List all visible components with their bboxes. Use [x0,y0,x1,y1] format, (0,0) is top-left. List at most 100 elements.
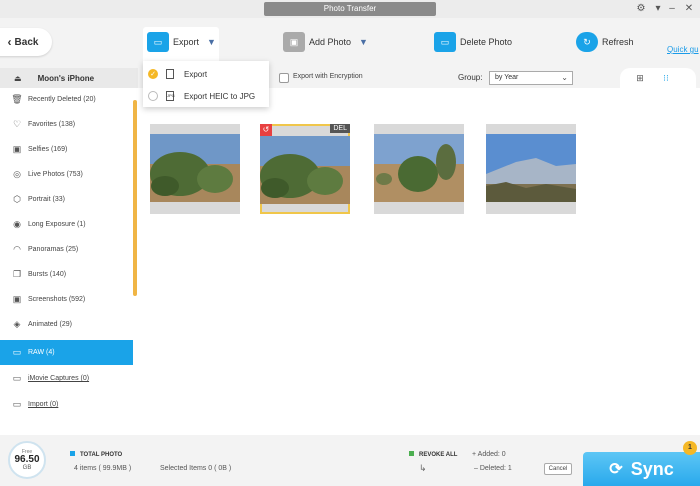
added-count: + Added: 0 [472,451,506,458]
bursts-icon: ❐ [12,269,22,279]
sidebar-item-label: Panoramas (25) [28,246,79,253]
export-button[interactable]: ▭ Export ▼ [147,32,216,52]
sidebar-item-long-exposure[interactable]: ◉ Long Exposure (1) [0,212,133,237]
export-label: Export [173,37,200,47]
sidebar-item-label: Favorites (138) [28,121,76,128]
large-grid-icon[interactable]: ⊞ [634,72,646,84]
cancel-button[interactable]: Cancel [544,463,572,475]
back-chevron-icon: ‹ [7,35,12,49]
photo-thumbnail[interactable] [374,124,464,214]
storage-value: 96.50 [14,454,40,465]
eject-icon[interactable]: ⏏ [14,74,22,83]
imovie-icon: ▭ [12,373,22,383]
sidebar-scrollbar[interactable] [133,100,137,296]
sidebar-item-raw[interactable]: ▭ RAW (4) [0,340,133,365]
sidebar-item-bursts[interactable]: ❐ Bursts (140) [0,262,133,287]
view-toggle: ⊞ ⁝⁝ [620,68,696,88]
revoke-icon[interactable]: ↺ [260,124,272,136]
storage-unit: GB [22,465,32,471]
photo-image [150,134,240,202]
deleted-label: Deleted: 1 [479,465,512,472]
export-menu-item-label: Export HEIC to JPG [184,91,256,101]
sidebar-item-live-photos[interactable]: ◎ Live Photos (753) [0,162,133,187]
animated-icon: ◈ [13,319,21,329]
encryption-label: Export with Encryption [293,73,363,80]
sidebar-item-portrait[interactable]: ⬡ Portrait (33) [0,187,133,212]
group-select-value: by Year [495,74,519,81]
chevron-down-icon: ⌄ [561,73,568,82]
import-icon: ▭ [12,399,22,409]
quick-guide-link[interactable]: Quick gu [667,45,699,54]
sidebar-item-panoramas[interactable]: ◠ Panoramas (25) [0,237,133,262]
sidebar-item-selfies[interactable]: ▣ Selfies (169) [0,137,133,162]
settings-icon[interactable]: ⚙ [634,2,648,16]
delete-badge: DEL [330,124,350,133]
sidebar-item-label: Portrait (33) [28,196,65,203]
add-photo-label: Add Photo [309,37,352,47]
photo-thumbnail[interactable] [150,124,240,214]
photo-image [486,134,576,202]
sidebar-item-animated[interactable]: ◈ Animated (29) [0,312,133,337]
sidebar: ⏏ Moon's iPhone 🗑 Recently Deleted (20) … [0,68,138,435]
add-photo-caret-icon[interactable]: ▼ [359,37,368,47]
delete-photo-button[interactable]: ▭ Delete Photo [434,32,512,52]
sidebar-item-label: Long Exposure (1) [28,221,86,228]
cube-icon: ⬡ [13,194,21,204]
photo-thumbnail[interactable] [486,124,576,214]
export-menu-item-label: Export [184,69,208,79]
back-button[interactable]: ‹ Back [0,28,52,56]
sidebar-item-recently-deleted[interactable]: 🗑 Recently Deleted (20) [0,87,133,112]
export-caret-icon[interactable]: ▼ [207,37,216,47]
sidebar-item-label: Import (0) [28,401,59,408]
export-menu-item-heic-to-jpg[interactable]: JPG Export HEIC to JPG [143,85,269,107]
sidebar-item-label: Screenshots (592) [28,296,86,303]
sidebar-item-imovie-captures[interactable]: ▭ iMovie Captures (0) [0,366,133,391]
sidebar-item-favorites[interactable]: ♡ Favorites (138) [0,112,133,137]
long-exposure-icon: ◉ [13,219,21,229]
total-photo-label: TOTAL PHOTO [80,452,123,458]
group-select[interactable]: by Year ⌄ [489,71,573,85]
toolbar: ‹ Back ▭ Export ▼ ▣ Add Photo ▼ ▭ Delete… [0,18,700,68]
close-icon[interactable]: ✕ [682,2,696,16]
sync-button[interactable]: ⟳ Sync [583,452,700,486]
sync-label: Sync [630,458,674,479]
sidebar-item-screenshots[interactable]: ▣ Screenshots (592) [0,287,133,312]
export-menu: ✓ Export JPG Export HEIC to JPG [143,61,269,107]
trash-icon: 🗑 [11,94,23,104]
photo-image [260,136,350,204]
encryption-checkbox[interactable] [279,73,289,83]
deleted-count: – Deleted: 1 [474,465,512,472]
photo-thumbnail-selected[interactable]: ↺ DEL [260,124,350,214]
sidebar-item-label: Bursts (140) [28,271,67,278]
sync-count-badge: 1 [683,441,697,455]
file-icon [166,69,174,79]
export-icon: ▭ [147,32,169,52]
back-label: Back [14,36,39,48]
items-count: 4 items ( 99.9MB ) [74,465,132,472]
storage-gauge: Free 96.50 GB [8,441,46,479]
group-label: Group: [458,73,483,82]
refresh-button[interactable]: ↻ Refresh [576,32,634,52]
raw-icon: ▭ [12,347,22,357]
add-photo-button[interactable]: ▣ Add Photo ▼ [283,32,368,52]
small-grid-icon[interactable]: ⁝⁝ [660,72,672,84]
photo-grid: ↺ DEL [138,88,700,435]
window-title: Photo Transfer [264,2,436,16]
heart-icon: ♡ [12,119,22,129]
revoke-all-button[interactable]: REVOKE ALL [409,451,457,458]
dropdown-icon[interactable]: ▾ [651,2,665,16]
add-photo-icon: ▣ [283,32,305,52]
refresh-icon: ↻ [576,32,598,52]
delete-photo-icon: ▭ [434,32,456,52]
export-menu-item-export[interactable]: ✓ Export [143,63,269,85]
sidebar-item-label: Selfies (169) [28,146,68,153]
sidebar-item-import[interactable]: ▭ Import (0) [0,392,133,417]
total-photo-legend: TOTAL PHOTO [70,451,122,458]
minimize-icon[interactable]: – [665,2,679,16]
legend-square-icon [70,451,75,456]
photo-image [374,134,464,202]
sidebar-item-label: RAW (4) [28,349,55,356]
refresh-label: Refresh [602,37,634,47]
device-header[interactable]: ⏏ Moon's iPhone [0,68,138,88]
revoke-square-icon [409,451,414,456]
